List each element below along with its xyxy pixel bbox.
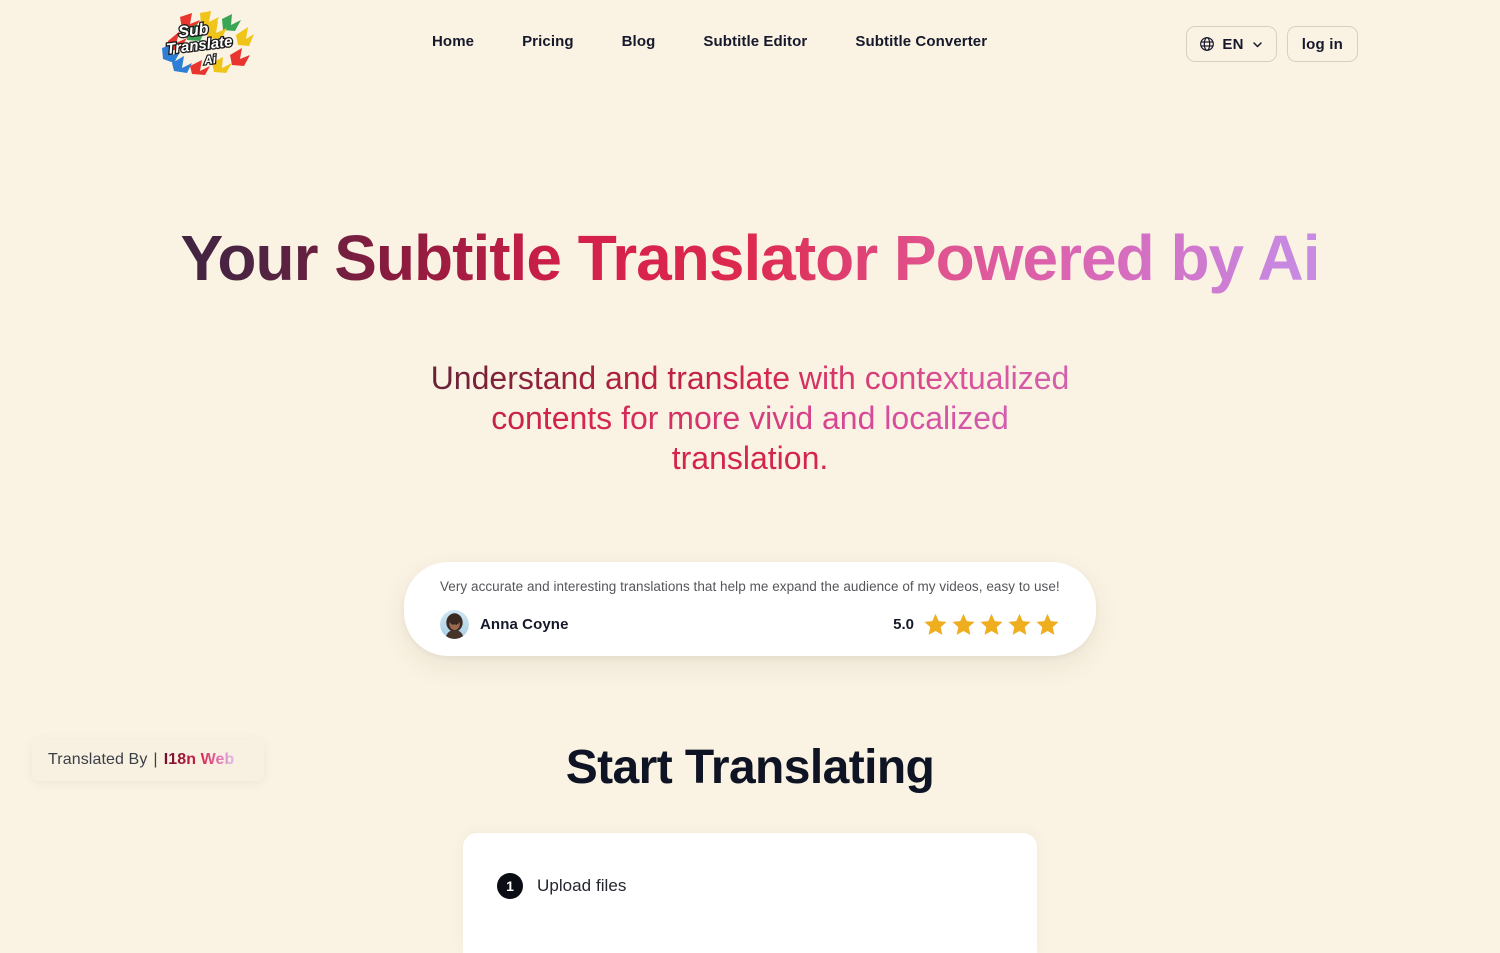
star-icon <box>924 613 947 635</box>
step-number-badge: 1 <box>497 873 523 899</box>
nav-item-home[interactable]: Home <box>432 33 474 50</box>
header-actions: EN log in <box>1186 26 1358 62</box>
star-icon <box>1036 613 1059 635</box>
svg-text:Ai: Ai <box>202 52 217 68</box>
language-selector[interactable]: EN <box>1186 26 1277 62</box>
testimonial-rating: 5.0 <box>893 612 1060 637</box>
hero-subtitle-line-1: Understand and translate with contextual… <box>0 358 1500 398</box>
star-icon <box>952 613 975 635</box>
start-translating-title: Start Translating <box>565 741 935 794</box>
upload-card: 1 Upload files <box>463 833 1037 953</box>
testimonial-meta: Anna Coyne 5.0 <box>440 610 1060 639</box>
testimonial-card: Very accurate and interesting translatio… <box>404 562 1096 656</box>
hero-subtitle-line-2: contents for more vivid and localized <box>0 398 1500 438</box>
hero-subtitle: Understand and translate with contextual… <box>0 358 1500 478</box>
nav-item-subtitle-converter[interactable]: Subtitle Converter <box>855 33 987 50</box>
hero-subtitle-line-3: translation. <box>0 438 1500 478</box>
sub-translate-ai-logo[interactable]: Sub Translate Ai <box>160 11 254 77</box>
site-header: Sub Translate Ai Home Pricing Blog Subti… <box>0 0 1500 88</box>
chevron-down-icon <box>1251 38 1264 51</box>
login-button[interactable]: log in <box>1286 26 1358 62</box>
globe-icon <box>1199 36 1215 52</box>
testimonial-author-name: Anna Coyne <box>480 616 569 633</box>
testimonial-quote: Very accurate and interesting translatio… <box>440 579 1060 594</box>
testimonial-author: Anna Coyne <box>440 610 569 639</box>
star-icon <box>1008 613 1031 635</box>
step-label: Upload files <box>537 876 627 895</box>
star-icon <box>980 613 1003 635</box>
nav-item-blog[interactable]: Blog <box>622 33 656 50</box>
hero-title: Your Subtitle Translator Powered by Ai <box>0 222 1500 296</box>
language-value: EN <box>1222 35 1244 53</box>
nav-item-pricing[interactable]: Pricing <box>522 33 574 50</box>
upload-step-1[interactable]: 1 Upload files <box>497 873 626 899</box>
rating-score: 5.0 <box>893 616 914 633</box>
nav-item-subtitle-editor[interactable]: Subtitle Editor <box>703 33 807 50</box>
primary-navigation: Home Pricing Blog Subtitle Editor Subtit… <box>432 33 987 50</box>
avatar <box>440 610 469 639</box>
rating-stars <box>923 612 1060 637</box>
